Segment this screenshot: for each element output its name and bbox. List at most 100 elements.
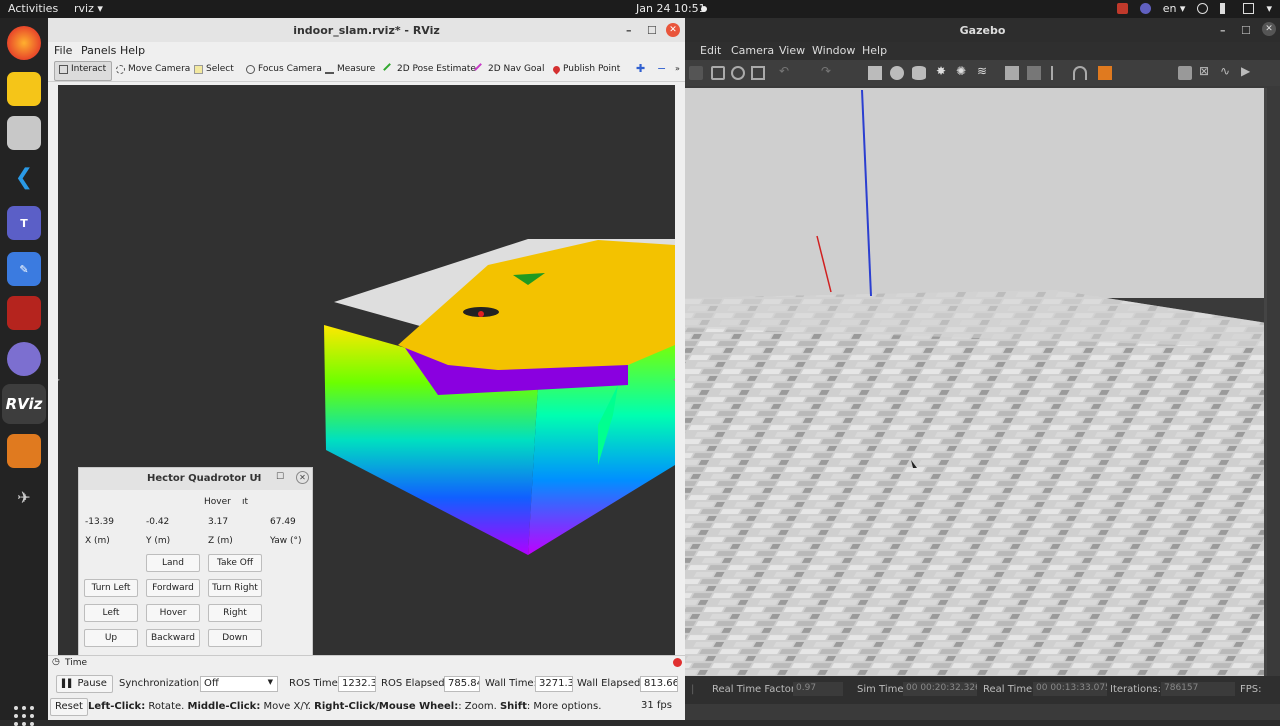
menu-panels[interactable]: Panels	[81, 44, 116, 57]
log-icon[interactable]: ⊠	[1199, 64, 1213, 78]
paste-icon[interactable]	[1027, 66, 1041, 80]
directional-light-icon[interactable]: ≋	[977, 64, 991, 78]
text-editor-icon[interactable]: ✎	[7, 252, 41, 286]
app-menu[interactable]: rviz ▾	[74, 2, 103, 15]
tool-measure[interactable]: Measure	[325, 64, 375, 74]
show-applications-icon[interactable]	[14, 706, 34, 726]
accessibility-icon[interactable]	[1197, 3, 1209, 14]
hover-button[interactable]: Hover	[146, 604, 200, 622]
tool-interact[interactable]: Interact	[59, 64, 106, 74]
menu-file[interactable]: File	[54, 44, 72, 57]
clock[interactable]: Jan 24 10:51	[636, 2, 706, 15]
hector-minimize-icon[interactable]: –	[255, 472, 260, 482]
up-button[interactable]: Up	[84, 629, 138, 647]
select-mode-icon[interactable]	[689, 66, 703, 80]
gazebo-titlebar[interactable]: Gazebo – ☐ ✕	[685, 18, 1280, 42]
globe-app-icon[interactable]	[7, 342, 41, 376]
gazebo-3d-view[interactable]	[685, 88, 1267, 686]
files-icon[interactable]	[7, 116, 41, 150]
align-icon[interactable]	[1051, 66, 1065, 80]
gz-menu-edit[interactable]: Edit	[700, 44, 721, 57]
forward-button[interactable]: Fordward	[146, 579, 200, 597]
tool-publish-point[interactable]: Publish Point	[551, 64, 620, 74]
gz-menu-window[interactable]: Window	[812, 44, 855, 57]
add-tool-icon[interactable]: ✚	[636, 62, 645, 75]
screenshot-icon[interactable]	[1178, 66, 1192, 80]
wall-elapsed-field[interactable]: 813.66	[640, 676, 678, 692]
hector-titlebar[interactable]: Hector Quadrotor UI – ☐ ✕	[79, 468, 312, 490]
sphere-shape-icon[interactable]	[890, 66, 904, 80]
hector-maximize-icon[interactable]: ☐	[276, 472, 284, 482]
activities-button[interactable]: Activities	[8, 2, 58, 15]
box-shape-icon[interactable]	[868, 66, 882, 80]
turn-left-button[interactable]: Turn Left	[84, 579, 138, 597]
take-off-button[interactable]: Take Off	[208, 554, 262, 572]
change-view-icon[interactable]	[1098, 66, 1112, 80]
wall-time-field[interactable]: 3271.34	[535, 676, 573, 692]
cylinder-shape-icon[interactable]	[912, 66, 926, 80]
terminal-app-icon[interactable]	[7, 296, 41, 330]
redo-icon[interactable]: ↷	[821, 64, 835, 78]
gazebo-minimize-icon[interactable]: –	[1220, 24, 1226, 37]
toolbar-overflow-icon[interactable]: »	[675, 64, 680, 73]
right-button[interactable]: Right	[208, 604, 262, 622]
gz-menu-help[interactable]: Help	[862, 44, 887, 57]
ros-elapsed-field[interactable]: 785.84	[444, 676, 480, 692]
reset-button[interactable]: Reset	[50, 698, 88, 716]
spot-light-icon[interactable]: ✺	[956, 64, 970, 78]
down-button[interactable]: Down	[208, 629, 262, 647]
left-dock-arrow-icon[interactable]: ▸	[58, 375, 60, 384]
gz-menu-camera[interactable]: Camera	[731, 44, 774, 57]
teams-icon[interactable]: T	[7, 206, 41, 240]
turn-right-button[interactable]: Turn Right	[208, 579, 262, 597]
minimize-icon[interactable]: –	[626, 24, 632, 37]
undo-icon[interactable]: ↶	[779, 64, 793, 78]
gazebo-icon[interactable]	[7, 434, 41, 468]
gz-play-icon[interactable]: |	[691, 684, 694, 695]
volume-icon[interactable]	[1220, 3, 1231, 14]
gazebo-maximize-icon[interactable]: ☐	[1241, 24, 1251, 37]
plot-icon[interactable]: ∿	[1220, 64, 1234, 78]
video-record-icon[interactable]: ▶	[1241, 64, 1255, 78]
network-icon[interactable]	[1139, 3, 1151, 14]
battery-icon[interactable]	[1243, 3, 1255, 14]
remove-tool-icon[interactable]: −	[657, 62, 666, 75]
notes-icon[interactable]	[7, 72, 41, 106]
firefox-icon[interactable]	[7, 26, 41, 60]
tool-2d-pose-estimate[interactable]: 2D Pose Estimate	[383, 62, 476, 76]
power-menu-icon[interactable]: ▾	[1266, 2, 1272, 15]
tool-focus-camera[interactable]: Focus Camera	[246, 64, 322, 74]
point-light-icon[interactable]: ✸	[936, 64, 950, 78]
land-button[interactable]: Land	[146, 554, 200, 572]
rviz-icon[interactable]: RViz	[6, 387, 43, 421]
time-panel-close-icon[interactable]	[673, 658, 682, 667]
copy-icon[interactable]	[1005, 66, 1019, 80]
snap-icon[interactable]	[1073, 66, 1087, 80]
system-tray[interactable]: en ▾ ▾	[1116, 2, 1272, 15]
scale-mode-icon[interactable]	[751, 66, 765, 80]
language-indicator[interactable]: en ▾	[1163, 2, 1186, 15]
gazebo-close-icon[interactable]: ✕	[1262, 22, 1276, 36]
menu-help[interactable]: Help	[120, 44, 145, 57]
tool-move-camera[interactable]: Move Camera	[116, 64, 190, 74]
gz-menu-view[interactable]: View	[779, 44, 805, 57]
close-icon[interactable]: ✕	[666, 23, 680, 37]
ros-time-field[interactable]: 1232.31	[338, 676, 376, 692]
pause-button[interactable]: ▌▌ Pause	[56, 675, 113, 693]
tool-2d-nav-goal[interactable]: 2D Nav Goal	[474, 62, 544, 76]
tool-select[interactable]: Select	[194, 64, 234, 74]
rotate-mode-icon[interactable]	[731, 66, 745, 80]
right-dock-arrow-icon[interactable]: ◂	[673, 375, 675, 384]
camera-icon[interactable]	[1116, 3, 1128, 14]
maximize-icon[interactable]: ☐	[647, 24, 657, 37]
gazebo-side-splitter[interactable]	[1264, 88, 1267, 686]
sync-select[interactable]: Off ▼	[200, 676, 278, 692]
translate-mode-icon[interactable]	[711, 66, 725, 80]
vscode-icon[interactable]: ❮	[7, 160, 41, 194]
backward-button[interactable]: Backward	[146, 629, 200, 647]
rviz-titlebar[interactable]: indoor_slam.rviz* - RViz – ☐ ✕	[48, 18, 685, 42]
drone-app-icon[interactable]: ✈	[7, 480, 41, 514]
hector-close-icon[interactable]: ✕	[296, 471, 309, 484]
left-button[interactable]: Left	[84, 604, 138, 622]
sim-time-value: 00 00:20:32.326	[903, 682, 977, 696]
